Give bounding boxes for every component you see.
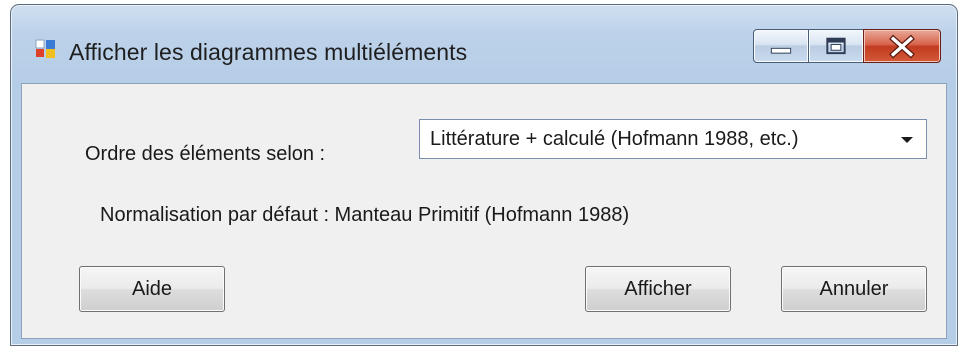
dialog-window: Afficher les diagrammes multiéléments Or… xyxy=(10,4,958,346)
normalisation-text: Normalisation par défaut : Manteau Primi… xyxy=(100,204,630,226)
cancel-button[interactable]: Annuler xyxy=(781,266,927,312)
minimize-button[interactable] xyxy=(753,29,809,63)
chevron-down-icon[interactable] xyxy=(894,126,920,152)
title-bar[interactable]: Afficher les diagrammes multiéléments xyxy=(11,5,957,83)
close-button[interactable] xyxy=(863,29,941,63)
dialog-body: Ordre des éléments selon : Littérature +… xyxy=(21,83,947,339)
order-combobox[interactable]: Littérature + calculé (Hofmann 1988, etc… xyxy=(419,119,927,159)
order-combobox-value: Littérature + calculé (Hofmann 1988, etc… xyxy=(430,128,799,150)
maximize-button[interactable] xyxy=(808,29,864,63)
show-button[interactable]: Afficher xyxy=(585,266,731,312)
order-label: Ordre des éléments selon : xyxy=(85,143,326,165)
app-icon xyxy=(35,39,55,58)
close-icon xyxy=(889,34,915,59)
maximize-icon xyxy=(826,37,846,55)
help-button[interactable]: Aide xyxy=(79,266,225,312)
minimize-icon xyxy=(770,47,792,54)
window-title: Afficher les diagrammes multiéléments xyxy=(69,39,468,65)
